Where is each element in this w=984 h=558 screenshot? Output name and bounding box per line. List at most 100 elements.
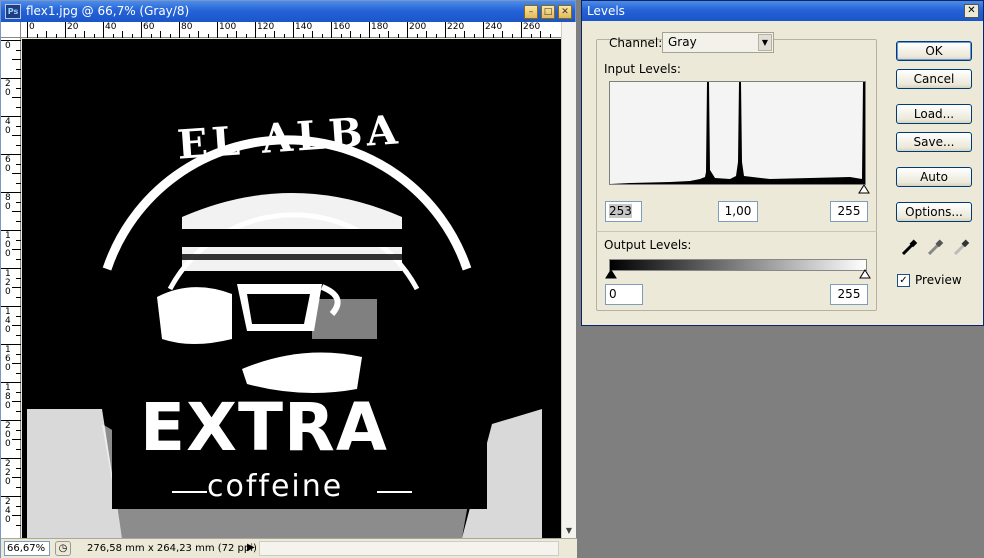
load-button[interactable]: Load... [896, 104, 972, 124]
ruler-major-tick [407, 22, 408, 38]
ruler-minor-tick [93, 34, 95, 38]
ruler-minor-tick [530, 34, 532, 38]
channel-label: Channel: [609, 36, 663, 50]
ruler-minor-tick [131, 34, 133, 38]
ruler-minor-tick [84, 31, 85, 38]
ruler-minor-tick [16, 68, 21, 70]
ruler-minor-tick [502, 31, 503, 38]
black-eyedropper-icon[interactable] [899, 237, 919, 257]
ruler-label: 6 0 [5, 155, 11, 174]
ruler-minor-tick [46, 31, 47, 38]
preview-checkbox[interactable]: ✓ [897, 274, 910, 287]
ruler-minor-tick [540, 31, 541, 38]
ruler-label: 20 [67, 22, 79, 32]
ruler-minor-tick [122, 31, 123, 38]
input-gamma-field[interactable]: 1,00 [718, 201, 758, 222]
ruler-major-tick [483, 22, 484, 38]
output-black-field[interactable]: 0 [605, 284, 643, 305]
document-title: flex1.jpg @ 66,7% (Gray/8) [26, 4, 190, 18]
status-bar: 66,67% ◷ 276,58 mm x 264,23 mm (72 ppi) … [1, 538, 577, 558]
photoshop-icon: Ps [5, 4, 21, 19]
channel-select[interactable]: Gray ▼ [662, 32, 774, 53]
ruler-minor-tick [473, 34, 475, 38]
ruler-minor-tick [359, 34, 361, 38]
ruler-minor-tick [12, 59, 21, 60]
ruler-minor-tick [160, 31, 161, 38]
ruler-major-tick [65, 22, 66, 38]
vertical-scrollbar[interactable]: ▼ [561, 22, 576, 538]
zoom-field[interactable]: 66,67% [4, 541, 50, 556]
ok-button[interactable]: OK [896, 41, 972, 61]
ruler-label: 1 6 0 [5, 345, 11, 373]
ruler-major-tick [255, 22, 256, 38]
histogram-graph [610, 82, 865, 184]
ruler-minor-tick [16, 258, 21, 260]
ruler-major-tick [1, 458, 21, 459]
ruler-minor-tick [321, 34, 323, 38]
input-white-field[interactable]: 255 [830, 201, 868, 222]
ruler-minor-tick [302, 34, 304, 38]
ruler-major-tick [141, 22, 142, 38]
input-levels-label: Input Levels: [604, 62, 681, 76]
image-canvas[interactable]: EL ALBA EXTRA coffeine [22, 39, 561, 538]
ruler-minor-tick [245, 34, 247, 38]
ruler-label: 2 2 0 [5, 459, 11, 487]
ruler-major-tick [1, 230, 21, 231]
white-eyedropper-icon[interactable] [951, 237, 971, 257]
input-black-field[interactable]: 253 [605, 201, 642, 222]
input-white-slider-icon[interactable] [858, 184, 870, 194]
options-button[interactable]: Options... [896, 202, 972, 222]
document-titlebar[interactable]: Ps flex1.jpg @ 66,7% (Gray/8) – □ ✕ [1, 1, 575, 22]
output-gradient-bar [609, 259, 867, 271]
minimize-button[interactable]: – [524, 5, 538, 19]
output-black-slider-icon[interactable] [605, 269, 617, 279]
ruler-major-tick [1, 268, 21, 269]
horizontal-scrollbar[interactable] [259, 541, 559, 556]
ruler-minor-tick [169, 34, 171, 38]
ruler-minor-tick [388, 31, 389, 38]
maximize-button[interactable]: □ [541, 5, 555, 19]
clock-icon[interactable]: ◷ [55, 541, 71, 556]
save-button[interactable]: Save... [896, 132, 972, 152]
ruler-minor-tick [16, 315, 21, 317]
ruler-minor-tick [12, 363, 21, 364]
cancel-button[interactable]: Cancel [896, 69, 972, 89]
ruler-major-tick [521, 22, 522, 38]
close-icon[interactable]: ✕ [964, 4, 979, 18]
status-menu-arrow-icon[interactable]: ▶ [247, 542, 255, 553]
ruler-label: 1 8 0 [5, 383, 11, 411]
ruler-minor-tick [188, 34, 190, 38]
ruler-minor-tick [12, 287, 21, 288]
ruler-major-tick [1, 420, 21, 421]
output-white-field[interactable]: 255 [830, 284, 868, 305]
channel-value: Gray [668, 35, 697, 49]
ruler-major-tick [445, 22, 446, 38]
chevron-down-icon[interactable]: ▼ [758, 34, 772, 51]
close-button[interactable]: ✕ [558, 5, 572, 19]
ruler-minor-tick [16, 353, 21, 355]
scroll-down-icon[interactable]: ▼ [562, 524, 576, 538]
auto-button[interactable]: Auto [896, 167, 972, 187]
ruler-major-tick [103, 22, 104, 38]
output-white-slider-icon[interactable] [859, 269, 871, 279]
ruler-horizontal: 0 20 40 60 80 100 120 140 160 180 200 220 240 260 [21, 22, 561, 38]
levels-titlebar[interactable]: Levels ✕ [582, 1, 983, 21]
gray-eyedropper-icon[interactable] [925, 237, 945, 257]
ruler-minor-tick [12, 173, 21, 174]
ruler-label: 1 0 0 [5, 231, 11, 259]
ruler-minor-tick [511, 34, 513, 38]
ruler-minor-tick [312, 31, 313, 38]
ruler-minor-tick [16, 182, 21, 184]
ruler-minor-tick [397, 34, 399, 38]
artwork-brand-text: EXTRA [140, 389, 388, 466]
ruler-minor-tick [55, 34, 57, 38]
divider [596, 231, 877, 232]
ruler-label: 0 [5, 41, 11, 51]
ruler-minor-tick [274, 31, 275, 38]
ruler-minor-tick [16, 505, 21, 507]
ruler-vertical: 0 2 0 4 0 6 0 8 0 1 0 0 1 2 0 1 4 0 1 6 0 1 8 0 2 … [1, 38, 21, 538]
ruler-label: 100 [219, 22, 237, 32]
ruler-label: 1 4 0 [5, 307, 11, 335]
ruler-minor-tick [435, 34, 437, 38]
ruler-minor-tick [16, 524, 21, 526]
